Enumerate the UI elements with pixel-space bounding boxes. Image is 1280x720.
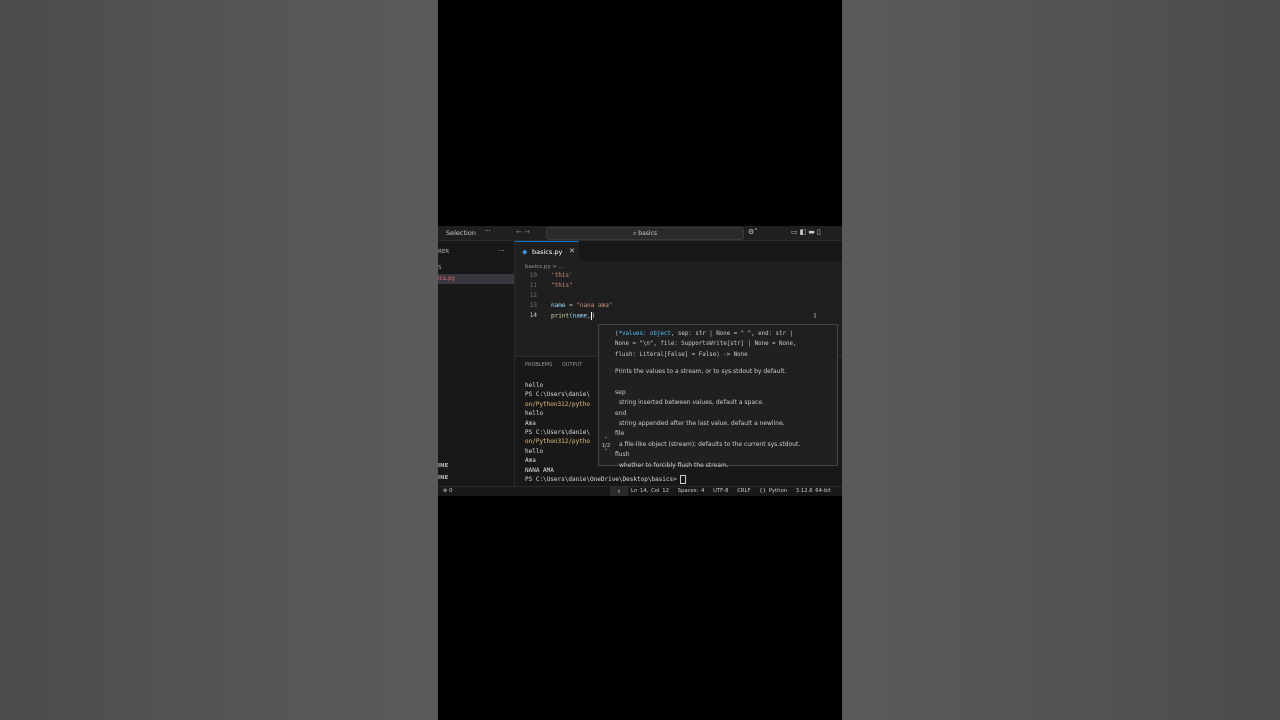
status-bar: ⊗ 0 ⌕ Ln 14, Col 12 Spaces: 4 UTF-8 CRLF… bbox=[438, 486, 842, 496]
signature-line-3: flush: Literal[False] = False) -> None bbox=[615, 351, 748, 358]
problems-status[interactable]: ⊗ 0 bbox=[443, 488, 453, 494]
args-token: (name, bbox=[569, 312, 591, 320]
layout-icons[interactable]: ▭◧▬▯ bbox=[791, 228, 823, 236]
chevron-down-icon[interactable]: ˅ bbox=[600, 449, 612, 455]
zoom-icon[interactable]: ⌕ bbox=[610, 487, 628, 496]
signature-line-2: None = "\n", file: SupportsWrite[str] | … bbox=[615, 341, 797, 348]
more-menu-icon[interactable]: ··· bbox=[484, 227, 491, 235]
doc-param-name: flush bbox=[615, 451, 630, 459]
code-line: 11 "this" bbox=[515, 282, 842, 292]
title-bar: Selection ··· ← → ⌕ basics ⚙˅ ▭◧▬▯ bbox=[438, 226, 842, 241]
menu-selection[interactable]: Selection bbox=[446, 229, 476, 237]
python-interpreter[interactable]: 3.12.6 64-bit bbox=[796, 488, 831, 494]
doc-param-desc: whether to forcibly flush the stream. bbox=[619, 461, 729, 469]
line-number: 12 bbox=[529, 292, 537, 299]
command-center-search[interactable]: ⌕ basics bbox=[546, 227, 744, 240]
function-token: print bbox=[551, 312, 570, 320]
language-mode[interactable]: {} Python bbox=[759, 488, 787, 494]
doc-param-desc: string appended after the last value, de… bbox=[619, 419, 785, 427]
doc-param-name: sep bbox=[615, 388, 626, 396]
close-paren: ) bbox=[591, 312, 596, 320]
explorer-file-basics[interactable]: ics.py bbox=[438, 274, 514, 284]
code-line: 10 'this' bbox=[515, 272, 842, 282]
doc-param-name: file bbox=[615, 430, 625, 438]
code-line: 12 bbox=[515, 292, 842, 302]
doc-param-name: end bbox=[615, 409, 627, 417]
breadcrumb[interactable]: basics.py > ... bbox=[525, 264, 564, 270]
copilot-icon[interactable]: ⚙˅ bbox=[748, 228, 758, 236]
explorer-more-icon[interactable]: ··· bbox=[498, 247, 505, 255]
timeline-section[interactable]: INE bbox=[438, 475, 448, 481]
close-tab-icon[interactable]: ✕ bbox=[569, 247, 575, 255]
tab-basics-py[interactable]: ◆ basics.py ✕ bbox=[515, 241, 579, 262]
line-text: "this" bbox=[551, 282, 573, 289]
panel-tabs[interactable]: PROBLEMS OUTPUT bbox=[525, 362, 582, 368]
blurred-background-left bbox=[0, 0, 438, 720]
cursor-position[interactable]: Ln 14, Col 12 bbox=[631, 488, 669, 494]
function-docstring: Prints the values to a stream, or to sys… bbox=[615, 367, 835, 471]
operator-token: = bbox=[565, 302, 577, 309]
signature-help-popup[interactable]: (*values: object, sep: str | None = " ",… bbox=[598, 324, 838, 469]
nav-arrows[interactable]: ← → bbox=[516, 228, 530, 236]
terminal-cursor bbox=[680, 474, 687, 484]
terminal-prompt-text: PS C:\Users\danie\OneDrive\Desktop\basic… bbox=[525, 475, 677, 483]
string-token: "nana ama" bbox=[576, 302, 613, 309]
back-arrow-icon[interactable]: ← bbox=[516, 228, 522, 236]
active-parameter: *values: object bbox=[618, 331, 671, 337]
forward-arrow-icon[interactable]: → bbox=[524, 228, 530, 236]
signature-line-1: (*values: object, sep: str | None = " ",… bbox=[615, 331, 794, 337]
line-ending[interactable]: CRLF bbox=[737, 488, 750, 494]
blurred-background-right bbox=[842, 0, 1280, 720]
code-line: 13 name = "nana ama" bbox=[515, 302, 842, 312]
doc-line: Prints the values to a stream, or to sys… bbox=[615, 368, 787, 375]
overload-counter[interactable]: ˄ 1/2 ˅ bbox=[600, 437, 612, 455]
line-number: 11 bbox=[529, 282, 537, 289]
status-items: Ln 14, Col 12 Spaces: 4 UTF-8 CRLF {} Py… bbox=[631, 488, 837, 494]
encoding[interactable]: UTF-8 bbox=[713, 488, 728, 494]
explorer-header: RER bbox=[438, 249, 450, 255]
doc-param-desc: a file-like object (stream); defaults to… bbox=[619, 440, 801, 448]
python-file-icon: ◆ bbox=[522, 248, 528, 256]
search-text: basics bbox=[638, 230, 657, 237]
explorer-section[interactable]: S bbox=[438, 265, 442, 271]
vscode-window: Selection ··· ← → ⌕ basics ⚙˅ ▭◧▬▯ RER ·… bbox=[438, 226, 842, 496]
line-text: print(name,) bbox=[551, 312, 595, 320]
indentation[interactable]: Spaces: 4 bbox=[678, 488, 705, 494]
editor-tabs: ◆ basics.py ✕ bbox=[515, 241, 842, 262]
line-number: 14 bbox=[529, 312, 537, 319]
line-number: 10 bbox=[529, 272, 537, 279]
terminal-prompt: PS C:\Users\danie\OneDrive\Desktop\basic… bbox=[525, 474, 687, 484]
function-signature: (*values: object, sep: str | None = " ",… bbox=[615, 329, 835, 360]
doc-param-desc: string inserted between values, default … bbox=[619, 399, 764, 407]
line-text: 'this' bbox=[551, 272, 573, 279]
code-line-current: 14 print(name,) bbox=[515, 312, 842, 322]
doc-line bbox=[615, 377, 835, 387]
mouse-ibeam-icon: I bbox=[814, 312, 817, 320]
outline-section[interactable]: INE bbox=[438, 463, 448, 469]
line-text: name = "nana ama" bbox=[551, 302, 612, 309]
line-number: 13 bbox=[529, 302, 537, 309]
variable-token: name bbox=[551, 302, 566, 309]
tab-label: basics.py bbox=[532, 248, 563, 256]
video-frame: Selection ··· ← → ⌕ basics ⚙˅ ▭◧▬▯ RER ·… bbox=[438, 0, 842, 720]
explorer-sidebar: RER ··· S ics.py INE INE bbox=[438, 241, 515, 490]
